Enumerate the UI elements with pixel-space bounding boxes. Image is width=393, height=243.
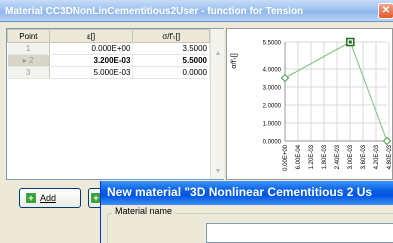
row-number[interactable]: 3 <box>7 66 50 79</box>
close-button[interactable]: ✕ <box>378 3 393 19</box>
current-row-icon: ▸ <box>22 56 27 65</box>
x-tick-label: 4.80E-03 <box>387 144 393 169</box>
x-tick-label: 4.20E-03 <box>374 144 380 169</box>
scroll-up-icon[interactable]: ▲ <box>213 49 223 59</box>
column-header-point[interactable]: Point <box>7 29 50 43</box>
y-tick-label: 4.0000 <box>263 68 282 74</box>
y-tick-label: 3.0000 <box>263 86 282 92</box>
stress-cell[interactable]: 5.5000 <box>132 54 210 67</box>
table-header-row: Point ε[] σ/f'ₜ[] <box>7 29 210 43</box>
strain-cell[interactable]: 0.000E+00 <box>49 42 134 55</box>
plus-icon: + <box>26 193 36 203</box>
y-tick-label: 0.0000 <box>263 140 282 146</box>
row-number[interactable]: 1 <box>7 42 50 55</box>
stress-cell[interactable]: 3.5000 <box>132 42 210 55</box>
x-tick-label: 0.00E+00 <box>283 144 289 171</box>
y-tick-label: 5.5000 <box>263 41 282 47</box>
window-title: Material CC3DNonLinCementitious2User - f… <box>5 6 304 17</box>
add-button-label: Add <box>40 193 57 203</box>
row-number[interactable]: ▸ 2 <box>7 54 50 67</box>
points-table[interactable]: Point ε[] σ/f'ₜ[] 1 0.000E+00 3.5000 ▸ 2… <box>6 28 224 180</box>
vertical-scrollbar[interactable]: ▲ ▼ <box>210 29 224 179</box>
x-tick-label: 2.40E-03 <box>335 144 341 169</box>
function-chart: σ/f'ₜ[] 5.5000 4.0000 3.0000 2.0000 1.0000 0.… <box>226 28 393 180</box>
stress-cell[interactable]: 0.0000 <box>132 66 210 79</box>
chart-canvas: σ/f'ₜ[] 5.5000 4.0000 3.0000 2.0000 1.0000 0.… <box>231 37 393 171</box>
y-tick-label: 1.0000 <box>263 122 282 128</box>
column-header-stress[interactable]: σ/f'ₜ[] <box>132 29 210 43</box>
new-material-dialog: New material "3D Nonlinear Cementitious … <box>100 181 393 243</box>
close-icon: ✕ <box>381 5 391 16</box>
strain-cell[interactable]: 3.200E-03 <box>49 54 134 67</box>
series-line <box>284 41 388 142</box>
table-row[interactable]: 3 5.000E-03 0.0000 <box>7 66 210 79</box>
scroll-down-icon[interactable]: ▼ <box>213 167 223 177</box>
row-number-text: 2 <box>29 56 34 65</box>
column-header-strain[interactable]: ε[] <box>48 29 134 43</box>
table-row[interactable]: ▸ 2 3.200E-03 5.5000 <box>7 54 210 67</box>
table-row[interactable]: 1 0.000E+00 3.5000 <box>7 42 210 55</box>
material-name-label: Material name <box>112 206 176 216</box>
material-name-input[interactable] <box>206 223 393 243</box>
x-tick-label: 1.80E-03 <box>322 144 328 169</box>
y-tick-label: 2.0000 <box>263 104 282 110</box>
add-button[interactable]: + Add <box>19 188 81 208</box>
x-tick-label: 3.00E-03 <box>348 144 354 169</box>
x-tick-label: 3.60E-03 <box>361 144 367 169</box>
strain-cell[interactable]: 5.000E-03 <box>49 66 134 79</box>
x-tick-label: 1.20E-03 <box>309 144 315 169</box>
y-axis-label: σ/f'ₜ[] <box>231 53 238 69</box>
dialog-title: New material "3D Nonlinear Cementitious … <box>107 185 373 199</box>
x-tick-label: 6.00E-04 <box>296 144 302 169</box>
title-bar[interactable]: Material CC3DNonLinCementitious2User - f… <box>0 0 393 22</box>
data-point <box>280 73 290 83</box>
dialog-title-bar[interactable]: New material "3D Nonlinear Cementitious … <box>101 181 393 205</box>
data-point-selected-core <box>348 40 352 44</box>
